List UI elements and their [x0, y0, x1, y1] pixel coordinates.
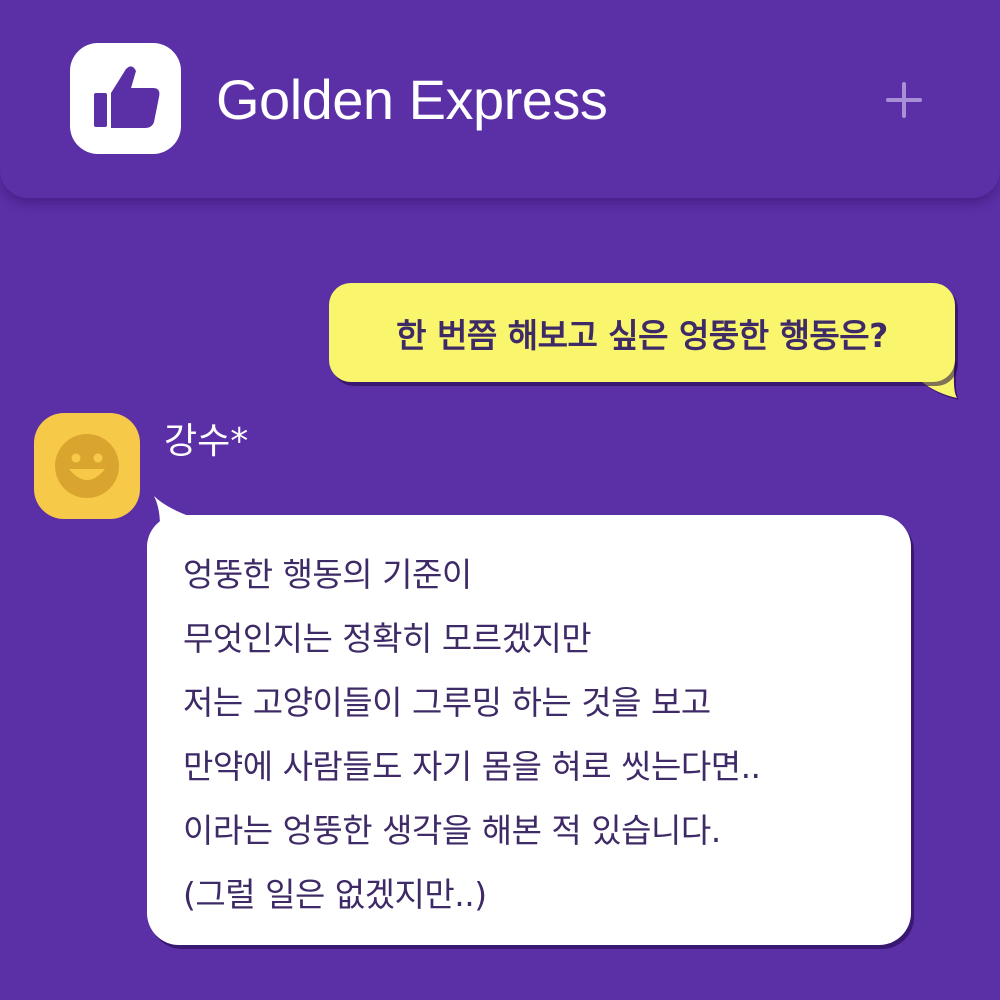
reply-bubble: 엉뚱한 행동의 기준이 무엇인지는 정확히 모르겠지만 저는 고양이들이 그루밍… — [147, 515, 911, 945]
thumbs-up-icon — [70, 43, 181, 154]
question-text: 한 번쯤 해보고 싶은 엉뚱한 행동은? — [396, 315, 888, 355]
app-title: Golden Express — [216, 68, 608, 131]
reply-line: 무엇인지는 정확히 모르겠지만 — [183, 619, 592, 658]
app-header: Golden Express — [0, 0, 1000, 198]
reply-line: 엉뚱한 행동의 기준이 — [183, 555, 472, 594]
sender-name: 강수* — [164, 421, 249, 462]
reply-line: 만약에 사람들도 자기 몸을 혀로 씻는다면.. — [183, 747, 761, 786]
reply-line: (그럴 일은 없겠지만..) — [183, 875, 487, 914]
avatar — [34, 413, 140, 519]
plus-icon[interactable] — [876, 72, 932, 128]
smiley-face-icon — [55, 434, 119, 498]
reply-line: 이라는 엉뚱한 생각을 해본 적 있습니다. — [183, 811, 721, 850]
reply-text: 엉뚱한 행동의 기준이 무엇인지는 정확히 모르겠지만 저는 고양이들이 그루밍… — [183, 543, 903, 927]
reply-line: 저는 고양이들이 그루밍 하는 것을 보고 — [183, 683, 711, 722]
question-bubble: 한 번쯤 해보고 싶은 엉뚱한 행동은? — [329, 283, 955, 382]
